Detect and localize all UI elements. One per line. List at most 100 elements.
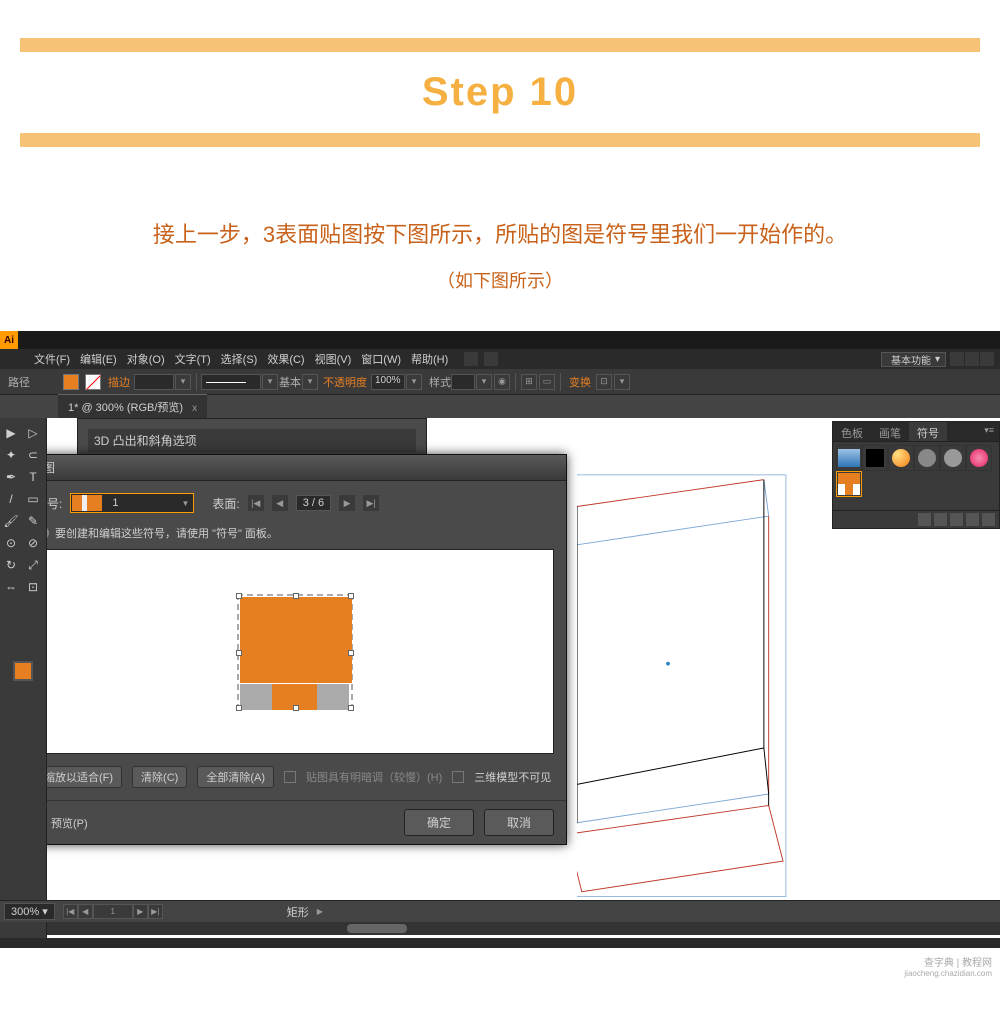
surface-last-icon[interactable]: ▶| xyxy=(363,495,379,511)
invisible-checkbox[interactable] xyxy=(452,771,464,783)
opacity-menu[interactable]: ▾ xyxy=(406,374,422,390)
description-text: 接上一步，3表面贴图按下图所示，所贴的图是符号里我们一开始作的。 xyxy=(0,217,1000,249)
layout-icon[interactable] xyxy=(464,352,478,366)
panel-menu-icon[interactable]: ▾≡ xyxy=(979,422,999,441)
symbol-select[interactable]: 1 ▼ xyxy=(70,493,194,513)
scrollbar-horizontal[interactable] xyxy=(47,922,1000,935)
selection-tool[interactable]: ▶ xyxy=(0,422,22,444)
magic-wand-tool[interactable]: ✦ xyxy=(0,444,22,466)
symbol-rosette[interactable] xyxy=(940,445,966,471)
brush-basic-label[interactable]: 基本 xyxy=(279,374,301,390)
stroke-weight-input[interactable] xyxy=(134,374,174,390)
surface-first-icon[interactable]: |◀ xyxy=(248,495,264,511)
surface-next-icon[interactable]: ▶ xyxy=(339,495,355,511)
document-tab[interactable]: 1* @ 300% (RGB/预览) x xyxy=(58,394,207,419)
app-logo: Ai xyxy=(0,331,18,349)
brush-menu[interactable]: ▾ xyxy=(262,374,278,390)
symbol-gradient[interactable] xyxy=(836,445,862,471)
sub-description-text: （如下图所示） xyxy=(0,267,1000,293)
menu-effect[interactable]: 效果(C) xyxy=(263,351,308,367)
rotate-tool[interactable]: ↻ xyxy=(0,554,22,576)
app-controlbar: 路径 描边 ▾ ▾ 基本 ▾ 不透明度 100% ▾ 样式 ▾ ◉ ⊞ ▭ 变换… xyxy=(0,369,1000,395)
paintbrush-tool[interactable]: 🖌 xyxy=(0,510,22,532)
status-menu-icon[interactable]: ▶ xyxy=(317,907,323,916)
opacity-label[interactable]: 不透明度 xyxy=(323,374,367,390)
blob-tool[interactable]: ⊙ xyxy=(0,532,22,554)
fill-indicator[interactable] xyxy=(13,661,33,681)
nav-next-icon[interactable]: ▶ xyxy=(133,904,148,919)
shape-icon[interactable]: ▭ xyxy=(539,374,555,390)
menu-edit[interactable]: 编辑(E) xyxy=(76,351,121,367)
app-statusbar: 300% ▾ |◀ ◀ 1 ▶ ▶| 矩形 ▶ xyxy=(0,900,1000,922)
tab-symbols[interactable]: 符号 xyxy=(909,422,947,441)
lasso-tool[interactable]: ⊂ xyxy=(22,444,44,466)
minimize-button[interactable] xyxy=(950,352,964,366)
shading-label: 贴图具有明暗调（较慢）(H) xyxy=(306,769,442,785)
menu-window[interactable]: 窗口(W) xyxy=(357,351,405,367)
delete-symbol-icon[interactable] xyxy=(982,513,995,526)
surface-indicator: 3 / 6 xyxy=(296,495,331,511)
menu-type[interactable]: 文字(T) xyxy=(171,351,215,367)
menu-file[interactable]: 文件(F) xyxy=(30,351,74,367)
tab-close-icon[interactable]: x xyxy=(192,403,197,414)
menu-help[interactable]: 帮助(H) xyxy=(407,351,452,367)
line-tool[interactable]: / xyxy=(0,488,22,510)
symbol-flower[interactable] xyxy=(966,445,992,471)
type-tool[interactable]: T xyxy=(22,466,44,488)
clear-all-button[interactable]: 全部清除(A) xyxy=(197,766,274,788)
recolor-icon[interactable]: ◉ xyxy=(494,374,510,390)
stroke-none-swatch[interactable] xyxy=(85,374,101,390)
isolate-icon[interactable]: ⊡ xyxy=(596,374,612,390)
width-tool[interactable]: ⇔ xyxy=(0,576,22,598)
scale-tool[interactable]: ⤢ xyxy=(22,554,44,576)
pencil-tool[interactable]: ✎ xyxy=(22,510,44,532)
layout-icon-2[interactable] xyxy=(484,352,498,366)
zoom-select[interactable]: 300% ▾ xyxy=(4,903,55,920)
map-preview-panel[interactable] xyxy=(47,549,554,754)
edit-icon[interactable]: ▾ xyxy=(614,374,630,390)
menu-select[interactable]: 选择(S) xyxy=(217,351,262,367)
opacity-input[interactable]: 100% xyxy=(371,374,405,390)
free-transform-tool[interactable]: ⊡ xyxy=(22,576,44,598)
place-symbol-icon[interactable] xyxy=(918,513,931,526)
scrollbar-thumb[interactable] xyxy=(347,924,407,933)
nav-prev-icon[interactable]: ◀ xyxy=(78,904,93,919)
scale-to-fit-button[interactable]: 缩放以适合(F) xyxy=(47,766,122,788)
tab-brushes[interactable]: 画笔 xyxy=(871,422,909,441)
surface-prev-icon[interactable]: ◀ xyxy=(272,495,288,511)
stroke-label[interactable]: 描边 xyxy=(108,374,130,390)
nav-last-icon[interactable]: ▶| xyxy=(148,904,163,919)
direct-selection-tool[interactable]: ▷ xyxy=(22,422,44,444)
menu-view[interactable]: 视图(V) xyxy=(311,351,356,367)
symbol-options-icon[interactable] xyxy=(950,513,963,526)
artboard-nav[interactable]: 1 xyxy=(93,904,133,919)
maximize-button[interactable] xyxy=(965,352,979,366)
nav-first-icon[interactable]: |◀ xyxy=(63,904,78,919)
eraser-tool[interactable]: ⊘ xyxy=(22,532,44,554)
preview-shape[interactable] xyxy=(237,594,353,710)
workspace-selector[interactable]: 基本功能 ▾ xyxy=(881,352,946,367)
menu-object[interactable]: 对象(O) xyxy=(123,351,169,367)
new-symbol-icon[interactable] xyxy=(966,513,979,526)
symbol-ink[interactable] xyxy=(862,445,888,471)
rectangle-tool[interactable]: ▭ xyxy=(22,488,44,510)
style-menu[interactable]: ▾ xyxy=(476,374,492,390)
clear-button[interactable]: 清除(C) xyxy=(132,766,187,788)
ok-button[interactable]: 确定 xyxy=(404,809,474,836)
brush-def-menu[interactable]: ▾ xyxy=(302,374,318,390)
cancel-button[interactable]: 取消 xyxy=(484,809,554,836)
stroke-menu[interactable]: ▾ xyxy=(175,374,191,390)
shading-checkbox[interactable] xyxy=(284,771,296,783)
fill-color-swatch[interactable] xyxy=(63,374,79,390)
transform-label[interactable]: 变换 xyxy=(569,374,591,390)
style-select[interactable] xyxy=(451,374,475,390)
symbol-custom-1[interactable] xyxy=(836,471,862,497)
symbol-gear[interactable] xyxy=(914,445,940,471)
close-button[interactable] xyxy=(980,352,994,366)
pen-tool[interactable]: ✒ xyxy=(0,466,22,488)
symbol-sphere[interactable] xyxy=(888,445,914,471)
canvas-area[interactable]: 3D 凸出和斜角选项 贴图 符号: 1 xyxy=(47,418,1000,938)
align-icon[interactable]: ⊞ xyxy=(521,374,537,390)
tab-swatches[interactable]: 色板 xyxy=(833,422,871,441)
break-link-icon[interactable] xyxy=(934,513,947,526)
